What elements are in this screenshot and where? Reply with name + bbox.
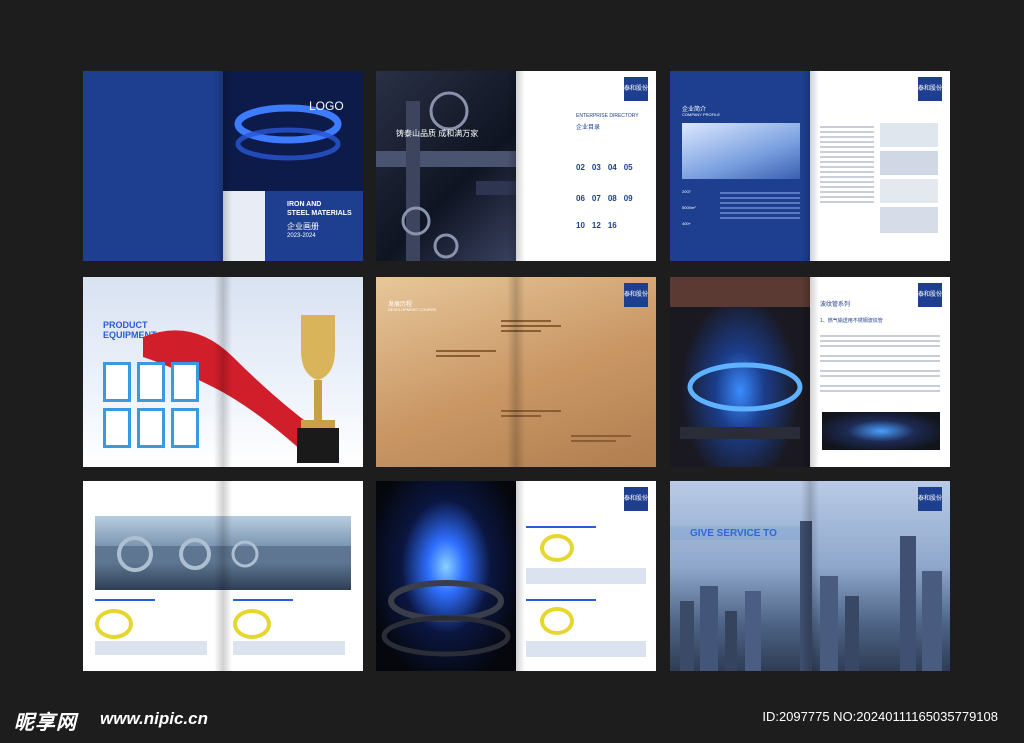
- profile-text-block: [720, 189, 800, 222]
- profile-left-page: 企业简介 COMPANY PROFILE 2007 5000m² 400+: [670, 71, 810, 261]
- product-item: [526, 523, 646, 584]
- pipe-series-spread: 泰和股份 波纹管系列 1、燃气输送用不锈钢波纹管: [670, 277, 950, 467]
- certificate: [171, 362, 199, 402]
- profile-stat: 400+: [682, 221, 692, 226]
- cover-title-en-2: STEEL MATERIALS: [287, 210, 352, 217]
- product-equipment-spread: PRODUCT EQUIPMENT: [83, 277, 363, 467]
- certificate: [137, 362, 165, 402]
- dir-num: 06: [576, 194, 585, 203]
- city-skyline-graphic: [680, 521, 942, 671]
- dir-num: 09: [623, 194, 633, 203]
- dir-num: 03: [591, 163, 601, 172]
- cover-years: 2023-2024: [287, 233, 316, 239]
- yellow-hose-coil: [540, 534, 574, 562]
- product-item: [526, 596, 646, 657]
- pipe-series-subtitle: 1、燃气输送用不锈钢波纹管: [820, 318, 883, 324]
- trophy-icon: [297, 315, 339, 463]
- yellow-hose-coil: [540, 607, 574, 635]
- dir-num: 10: [576, 221, 585, 230]
- yellow-hose-coil: [95, 609, 133, 639]
- directory-title-cn: 企业目录: [576, 125, 601, 131]
- timeline-text: [436, 347, 496, 360]
- company-logo-badge: 泰和股份: [624, 283, 648, 307]
- image-id-label: ID:2097775 NO:20240111165035779108: [762, 709, 998, 724]
- dir-num: 07: [591, 194, 601, 203]
- directory-page: 泰和股份 ENTERPRISE DIRECTORY 企业目录 02 03 04 …: [516, 71, 656, 261]
- dir-num: 08: [607, 194, 617, 203]
- directory-spread: 铸泰山品质 成和满万家 泰和股份 ENTERPRISE DIRECTORY 企业…: [376, 71, 656, 261]
- certificate: [103, 362, 131, 402]
- brochure-cover-spread: LOGO IRON AND STEEL MATERIALS 企业画册 2023-…: [83, 71, 363, 261]
- burner-flame-photo: [670, 277, 810, 467]
- cover-title-en-1: IRON AND: [287, 201, 322, 208]
- office-photo: [880, 123, 938, 147]
- product-item: [95, 596, 215, 639]
- cover-logo: LOGO: [309, 99, 344, 113]
- company-profile-spread: 企业简介 COMPANY PROFILE 2007 5000m² 400+ 泰和…: [670, 71, 950, 261]
- timeline-text: [501, 407, 561, 420]
- profile-stat: 2007: [682, 189, 691, 194]
- company-logo-badge: 泰和股份: [624, 487, 648, 511]
- pipeline-products-spread: [83, 481, 363, 671]
- development-course-spread: 泰和股份 发展历程 DEVELOPMENT COURSE: [376, 277, 656, 467]
- company-logo-badge: 泰和股份: [624, 77, 648, 101]
- office-photo: [880, 151, 938, 175]
- site-watermark-url: www.nipic.cn: [100, 709, 208, 728]
- cover-title-cn: 企业画册: [287, 222, 319, 231]
- cover-front-page: LOGO IRON AND STEEL MATERIALS 企业画册 2023-…: [223, 71, 363, 261]
- product-item: [233, 596, 353, 639]
- slogan-text: 铸泰山品质 成和满万家: [396, 129, 479, 138]
- profile-right-page: 泰和股份: [810, 71, 950, 261]
- course-title-en: DEVELOPMENT COURSE: [388, 307, 437, 312]
- profile-body-text: [820, 123, 874, 206]
- site-watermark-logo: 昵享网: [14, 712, 77, 734]
- directory-title-en: ENTERPRISE DIRECTORY: [576, 113, 639, 119]
- timeline-text: [571, 432, 631, 445]
- certificate-grid: [103, 362, 203, 448]
- cover-light-strip: [223, 191, 265, 261]
- profile-stat: 5000m²: [682, 205, 696, 210]
- spec-table: [233, 641, 345, 655]
- pipe-series-page: 泰和股份 波纹管系列 1、燃气输送用不锈钢波纹管: [810, 277, 950, 467]
- dir-num: 05: [623, 163, 633, 172]
- dir-num: 04: [607, 163, 617, 172]
- directory-grid: 02 03 04 05 06 07 08 09 10 12 16: [576, 163, 648, 230]
- feature-list: [820, 332, 940, 395]
- gas-flame-photo: [376, 481, 516, 671]
- pipeline-photo: [95, 516, 351, 590]
- company-logo-badge: 泰和股份: [918, 77, 942, 101]
- timeline-text: [501, 317, 561, 335]
- pipes-valve-photo: 铸泰山品质 成和满万家: [376, 71, 516, 261]
- office-photo: [880, 179, 938, 203]
- gas-stove-spread: 泰和股份: [376, 481, 656, 671]
- hose-products-page: 泰和股份: [516, 481, 656, 671]
- pipe-series-title: 波纹管系列: [820, 302, 851, 308]
- dir-num: 12: [591, 221, 601, 230]
- company-logo-badge: 泰和股份: [918, 283, 942, 307]
- yellow-hose-coil: [233, 609, 271, 639]
- service-city-spread: 泰和股份 GIVE SERVICE TO: [670, 481, 950, 671]
- profile-title-en: COMPANY PROFILE: [682, 112, 721, 117]
- certificate: [103, 408, 131, 448]
- dir-num: 16: [607, 221, 617, 230]
- spec-table: [95, 641, 207, 655]
- certificate: [137, 408, 165, 448]
- cover-back-page: [83, 71, 223, 261]
- certificate: [171, 408, 199, 448]
- dir-num: 02: [576, 163, 585, 172]
- office-photo: [880, 207, 938, 233]
- building-photo: [682, 123, 800, 179]
- stove-photo: [822, 412, 940, 450]
